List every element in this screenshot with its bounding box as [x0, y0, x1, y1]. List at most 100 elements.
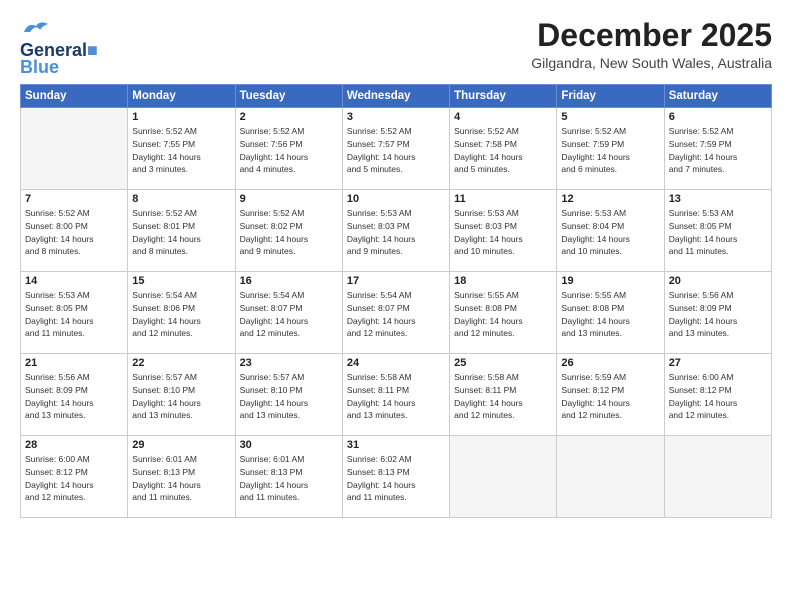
day-cell: 8Sunrise: 5:52 AMSunset: 8:01 PMDaylight…: [128, 190, 235, 272]
day-cell: 1 Sunrise: 5:52 AMSunset: 7:55 PMDaylight…: [128, 108, 235, 190]
day-cell: 13 Sunrise: 5:53 AMSunset: 8:05 PMDayligh…: [664, 190, 771, 272]
header: General■ Blue December 2025 Gilgandra, N…: [20, 18, 772, 78]
day-header-wednesday: Wednesday: [342, 85, 449, 108]
calendar: SundayMondayTuesdayWednesdayThursdayFrid…: [20, 84, 772, 518]
day-number: 25: [454, 357, 552, 369]
day-number: 15: [132, 275, 230, 287]
day-header-monday: Monday: [128, 85, 235, 108]
day-info: Sunrise: 5:52 AMSunset: 8:02 PMDaylight:…: [240, 207, 338, 258]
day-cell: 20Sunrise: 5:56 AMSunset: 8:09 PMDayligh…: [664, 272, 771, 354]
day-number: 2: [240, 111, 338, 123]
day-info: Sunrise: 5:56 AMSunset: 8:09 PMDaylight:…: [25, 371, 123, 422]
day-header-saturday: Saturday: [664, 85, 771, 108]
day-cell: 3 Sunrise: 5:52 AMSunset: 7:57 PMDaylight…: [342, 108, 449, 190]
day-number: 5: [561, 111, 659, 123]
day-number: 11: [454, 193, 552, 205]
day-number: 4: [454, 111, 552, 123]
day-cell: 5 Sunrise: 5:52 AMSunset: 7:59 PMDaylight…: [557, 108, 664, 190]
day-info: Sunrise: 5:52 AMSunset: 7:58 PMDaylight:…: [454, 125, 552, 176]
day-info: Sunrise: 5:57 AMSunset: 8:10 PMDaylight:…: [132, 371, 230, 422]
day-number: 28: [25, 439, 123, 451]
day-cell: [664, 436, 771, 518]
day-info: Sunrise: 5:58 AMSunset: 8:11 PMDaylight:…: [347, 371, 445, 422]
logo-bird-icon: [20, 18, 52, 40]
title-block: December 2025 Gilgandra, New South Wales…: [531, 18, 772, 71]
day-header-thursday: Thursday: [450, 85, 557, 108]
day-cell: 18 Sunrise: 5:55 AMSunset: 8:08 PMDayligh…: [450, 272, 557, 354]
day-info: Sunrise: 5:53 AMSunset: 8:05 PMDaylight:…: [25, 289, 123, 340]
day-cell: 2 Sunrise: 5:52 AMSunset: 7:56 PMDaylight…: [235, 108, 342, 190]
day-info: Sunrise: 5:52 AMSunset: 7:56 PMDaylight:…: [240, 125, 338, 176]
day-info: Sunrise: 5:52 AMSunset: 7:59 PMDaylight:…: [561, 125, 659, 176]
day-info: Sunrise: 6:02 AMSunset: 8:13 PMDaylight:…: [347, 453, 445, 504]
day-number: 1: [132, 111, 230, 123]
day-number: 13: [669, 193, 767, 205]
day-number: 30: [240, 439, 338, 451]
week-row-2: 14 Sunrise: 5:53 AMSunset: 8:05 PMDayligh…: [21, 272, 772, 354]
day-number: 17: [347, 275, 445, 287]
day-info: Sunrise: 6:00 AMSunset: 8:12 PMDaylight:…: [25, 453, 123, 504]
day-cell: 7 Sunrise: 5:52 AMSunset: 8:00 PMDaylight…: [21, 190, 128, 272]
day-number: 26: [561, 357, 659, 369]
day-cell: 16 Sunrise: 5:54 AMSunset: 8:07 PMDayligh…: [235, 272, 342, 354]
day-cell: 15Sunrise: 5:54 AMSunset: 8:06 PMDayligh…: [128, 272, 235, 354]
day-cell: 11 Sunrise: 5:53 AMSunset: 8:03 PMDayligh…: [450, 190, 557, 272]
day-number: 3: [347, 111, 445, 123]
day-number: 6: [669, 111, 767, 123]
logo: General■ Blue: [20, 18, 98, 78]
day-info: Sunrise: 5:52 AMSunset: 7:57 PMDaylight:…: [347, 125, 445, 176]
day-info: Sunrise: 5:53 AMSunset: 8:05 PMDaylight:…: [669, 207, 767, 258]
day-info: Sunrise: 5:52 AMSunset: 8:00 PMDaylight:…: [25, 207, 123, 258]
week-row-3: 21Sunrise: 5:56 AMSunset: 8:09 PMDayligh…: [21, 354, 772, 436]
day-info: Sunrise: 5:54 AMSunset: 8:07 PMDaylight:…: [347, 289, 445, 340]
month-title: December 2025: [531, 18, 772, 53]
day-info: Sunrise: 5:53 AMSunset: 8:04 PMDaylight:…: [561, 207, 659, 258]
day-cell: 29 Sunrise: 6:01 AMSunset: 8:13 PMDayligh…: [128, 436, 235, 518]
day-number: 8: [132, 193, 230, 205]
day-cell: 17 Sunrise: 5:54 AMSunset: 8:07 PMDayligh…: [342, 272, 449, 354]
day-cell: 14 Sunrise: 5:53 AMSunset: 8:05 PMDayligh…: [21, 272, 128, 354]
day-number: 10: [347, 193, 445, 205]
day-cell: 23 Sunrise: 5:57 AMSunset: 8:10 PMDayligh…: [235, 354, 342, 436]
day-number: 20: [669, 275, 767, 287]
day-info: Sunrise: 5:52 AMSunset: 7:55 PMDaylight:…: [132, 125, 230, 176]
day-number: 14: [25, 275, 123, 287]
day-info: Sunrise: 5:54 AMSunset: 8:07 PMDaylight:…: [240, 289, 338, 340]
subtitle: Gilgandra, New South Wales, Australia: [531, 55, 772, 71]
day-number: 23: [240, 357, 338, 369]
day-cell: 27Sunrise: 6:00 AMSunset: 8:12 PMDayligh…: [664, 354, 771, 436]
page: General■ Blue December 2025 Gilgandra, N…: [0, 0, 792, 612]
day-info: Sunrise: 5:57 AMSunset: 8:10 PMDaylight:…: [240, 371, 338, 422]
week-row-1: 7 Sunrise: 5:52 AMSunset: 8:00 PMDaylight…: [21, 190, 772, 272]
day-cell: 6 Sunrise: 5:52 AMSunset: 7:59 PMDaylight…: [664, 108, 771, 190]
logo-subtext: Blue: [20, 57, 59, 78]
day-number: 7: [25, 193, 123, 205]
day-number: 24: [347, 357, 445, 369]
week-row-0: 1 Sunrise: 5:52 AMSunset: 7:55 PMDaylight…: [21, 108, 772, 190]
day-cell: 21Sunrise: 5:56 AMSunset: 8:09 PMDayligh…: [21, 354, 128, 436]
day-number: 18: [454, 275, 552, 287]
day-cell: 24 Sunrise: 5:58 AMSunset: 8:11 PMDayligh…: [342, 354, 449, 436]
day-info: Sunrise: 5:53 AMSunset: 8:03 PMDaylight:…: [454, 207, 552, 258]
day-cell: [450, 436, 557, 518]
day-info: Sunrise: 5:55 AMSunset: 8:08 PMDaylight:…: [561, 289, 659, 340]
day-number: 29: [132, 439, 230, 451]
day-number: 27: [669, 357, 767, 369]
day-info: Sunrise: 6:01 AMSunset: 8:13 PMDaylight:…: [132, 453, 230, 504]
day-number: 19: [561, 275, 659, 287]
day-number: 31: [347, 439, 445, 451]
day-info: Sunrise: 5:52 AMSunset: 7:59 PMDaylight:…: [669, 125, 767, 176]
day-info: Sunrise: 5:58 AMSunset: 8:11 PMDaylight:…: [454, 371, 552, 422]
day-cell: 12Sunrise: 5:53 AMSunset: 8:04 PMDayligh…: [557, 190, 664, 272]
day-cell: [21, 108, 128, 190]
day-cell: 22Sunrise: 5:57 AMSunset: 8:10 PMDayligh…: [128, 354, 235, 436]
day-info: Sunrise: 5:53 AMSunset: 8:03 PMDaylight:…: [347, 207, 445, 258]
day-number: 16: [240, 275, 338, 287]
day-cell: 19 Sunrise: 5:55 AMSunset: 8:08 PMDayligh…: [557, 272, 664, 354]
day-number: 9: [240, 193, 338, 205]
day-cell: 31 Sunrise: 6:02 AMSunset: 8:13 PMDayligh…: [342, 436, 449, 518]
day-cell: 4 Sunrise: 5:52 AMSunset: 7:58 PMDaylight…: [450, 108, 557, 190]
day-info: Sunrise: 5:55 AMSunset: 8:08 PMDaylight:…: [454, 289, 552, 340]
day-header-tuesday: Tuesday: [235, 85, 342, 108]
day-cell: 9 Sunrise: 5:52 AMSunset: 8:02 PMDaylight…: [235, 190, 342, 272]
